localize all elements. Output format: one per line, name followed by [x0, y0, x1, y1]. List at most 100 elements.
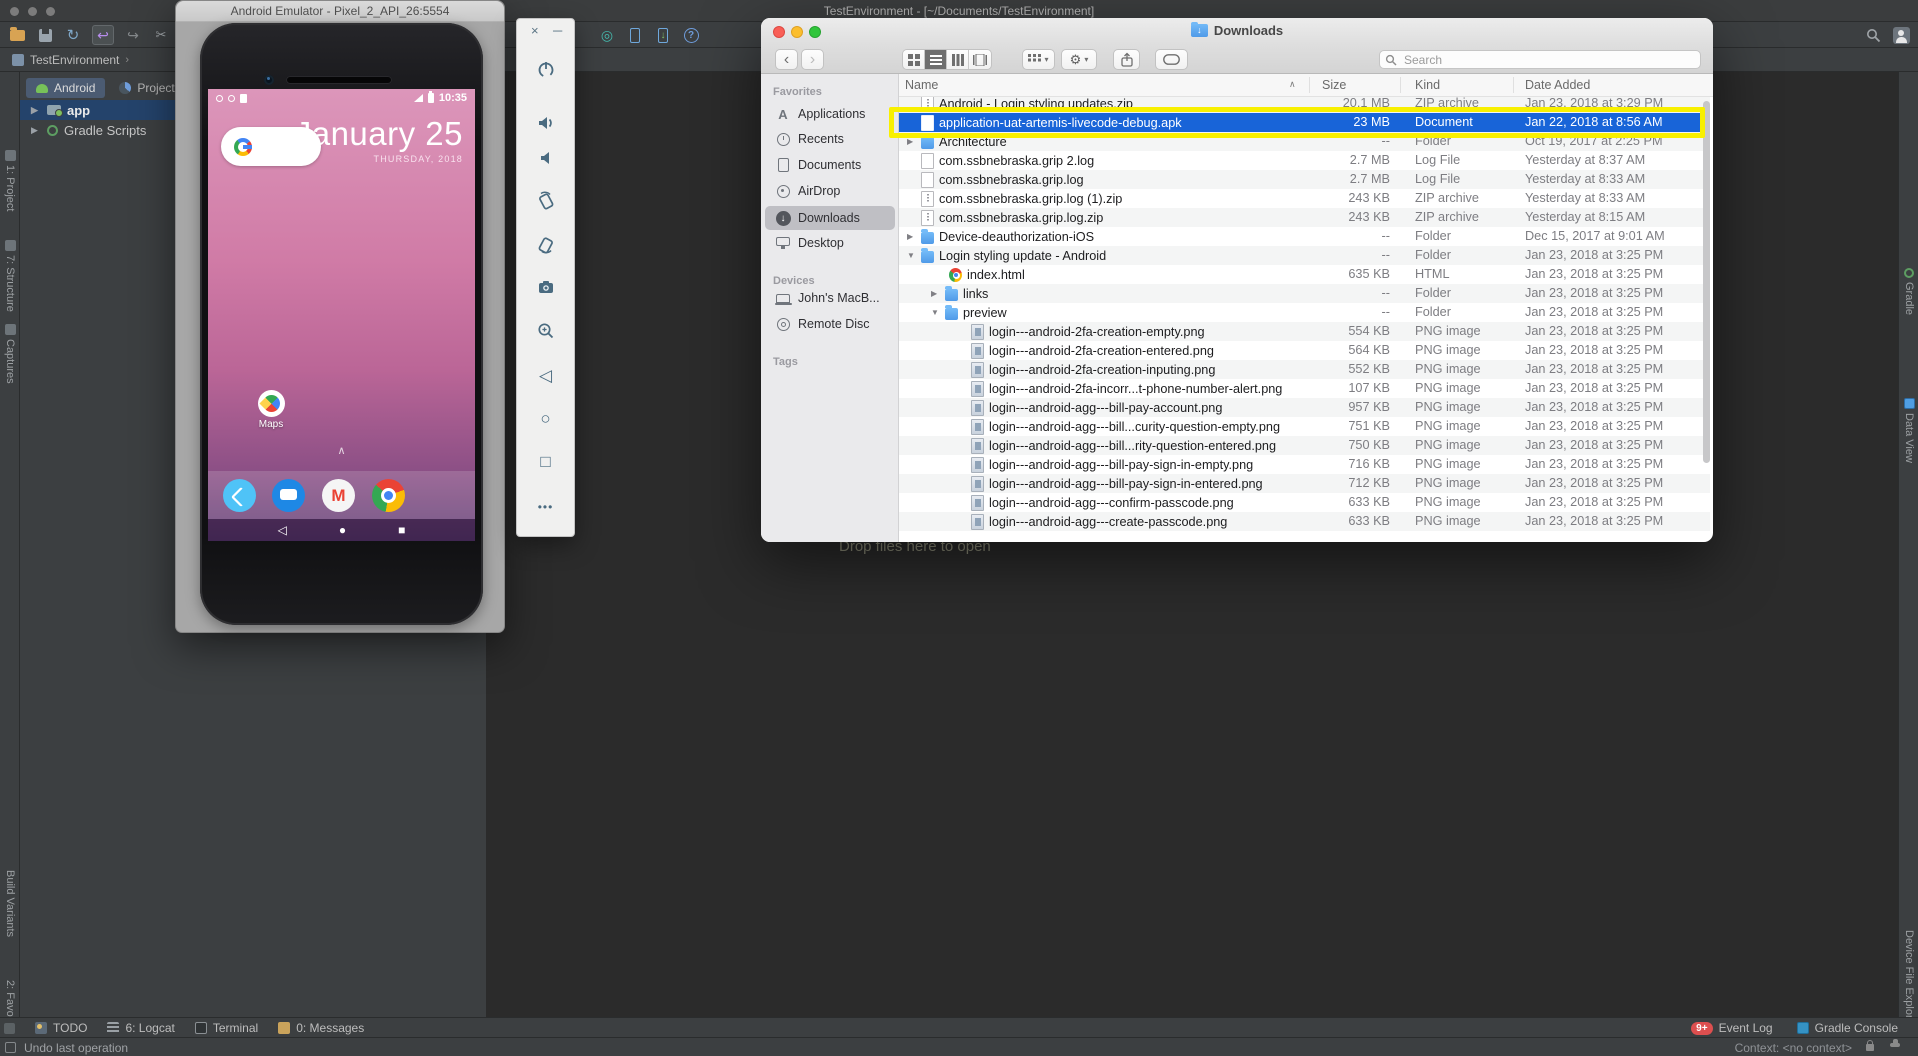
view-grid-icon[interactable]	[903, 50, 925, 69]
power-icon[interactable]	[534, 57, 558, 81]
screenshot-icon[interactable]	[534, 275, 558, 299]
view-list-icon[interactable]	[925, 50, 947, 69]
tool-strip-1-project[interactable]: 1: Project	[0, 150, 20, 211]
sidebar-item-laptop[interactable]: John's MacB...	[765, 286, 895, 310]
tool-strip-data-view[interactable]: Data View	[1899, 398, 1918, 463]
table-row[interactable]: com.ssbnebraska.grip.log2.7 MBLog FileYe…	[899, 170, 1710, 189]
search-input[interactable]	[1402, 51, 1692, 68]
expand-arrow-icon[interactable]: ▶	[31, 105, 41, 116]
home-icon[interactable]: ○	[534, 407, 558, 431]
column-header-kind[interactable]: Kind	[1415, 78, 1440, 92]
tool-strip-device-file-explorer[interactable]: Device File Explorer	[1899, 930, 1918, 1028]
bottom-tab-todo[interactable]: TODO	[35, 1021, 87, 1035]
action-gear-button[interactable]: ⚙▾	[1061, 49, 1097, 70]
table-row[interactable]: com.ssbnebraska.grip.log.zip243 KBZIP ar…	[899, 208, 1710, 227]
table-row[interactable]: login---android-2fa-creation-entered.png…	[899, 341, 1710, 360]
table-row[interactable]: ▼preview--FolderJan 23, 2018 at 3:25 PM	[899, 303, 1710, 322]
cut-icon[interactable]: ✂	[152, 26, 170, 44]
search-everywhere-icon[interactable]	[1864, 26, 1882, 44]
disclosure-triangle-icon[interactable]: ▶	[931, 289, 945, 298]
table-row[interactable]: com.ssbnebraska.grip.log (1).zip243 KBZI…	[899, 189, 1710, 208]
table-row[interactable]: login---android-agg---bill-pay-sign-in-e…	[899, 474, 1710, 493]
table-row[interactable]: login---android-2fa-creation-empty.png55…	[899, 322, 1710, 341]
disclosure-triangle-icon[interactable]: ▼	[931, 308, 945, 317]
minimize-icon[interactable]: ─	[553, 23, 562, 38]
disclosure-triangle-icon[interactable]: ▶	[907, 137, 921, 146]
view-coverflow-icon[interactable]	[969, 50, 991, 69]
app-drawer-chevron-icon[interactable]: ∧	[208, 444, 475, 457]
forward-button[interactable]: ›	[801, 49, 824, 70]
bottom-tab-terminal[interactable]: Terminal	[195, 1021, 258, 1035]
table-row[interactable]: ▶Architecture--FolderOct 19, 2017 at 2:2…	[899, 132, 1710, 151]
tool-strip-build-variants[interactable]: Build Variants	[0, 870, 20, 937]
tool-strip-gradle[interactable]: Gradle	[1899, 268, 1918, 315]
column-header-date-added[interactable]: Date Added	[1525, 78, 1590, 92]
bottom-tab-6-logcat[interactable]: 6: Logcat	[107, 1021, 174, 1035]
toolwindow-switcher-icon[interactable]	[4, 1023, 15, 1034]
back-icon[interactable]: ◁	[534, 364, 558, 388]
sidebar-item-documents[interactable]: Documents	[765, 153, 895, 177]
rotate-right-icon[interactable]	[534, 232, 558, 256]
rotate-left-icon[interactable]	[534, 188, 558, 212]
bottom-tab-event-log[interactable]: 9+Event Log	[1691, 1021, 1772, 1035]
table-row[interactable]: login---android-2fa-incorr...t-phone-num…	[899, 379, 1710, 398]
sidebar-item-recents[interactable]: Recents	[765, 127, 895, 151]
sidebar-item-downloads[interactable]: ↓Downloads	[765, 206, 895, 230]
device-manager-icon[interactable]	[626, 26, 644, 44]
tool-strip-captures[interactable]: Captures	[0, 324, 20, 384]
open-folder-icon[interactable]	[8, 26, 26, 44]
view-columns-icon[interactable]	[947, 50, 969, 69]
more-icon[interactable]: •••	[534, 495, 558, 519]
nav-back-icon[interactable]: ◁	[278, 519, 287, 541]
volume-down-icon[interactable]	[534, 146, 558, 170]
scrollbar-thumb[interactable]	[1703, 101, 1710, 463]
user-avatar-icon[interactable]	[1892, 26, 1910, 44]
sidebar-item-airdrop[interactable]: AirDrop	[765, 179, 895, 203]
nav-overview-icon[interactable]: ■	[398, 519, 405, 541]
table-row[interactable]: ▶links--FolderJan 23, 2018 at 3:25 PM	[899, 284, 1710, 303]
table-row[interactable]: com.ssbnebraska.grip 2.log2.7 MBLog File…	[899, 151, 1710, 170]
tab-android[interactable]: Android	[26, 78, 105, 98]
table-row[interactable]: index.html635 KBHTMLJan 23, 2018 at 3:25…	[899, 265, 1710, 284]
table-row[interactable]: login---android-agg---create-passcode.pn…	[899, 512, 1710, 531]
expand-arrow-icon[interactable]: ▶	[31, 125, 41, 136]
overview-icon[interactable]: □	[534, 450, 558, 474]
nav-home-icon[interactable]: ●	[339, 519, 346, 541]
hector-icon[interactable]	[1890, 1043, 1900, 1047]
close-icon[interactable]: ×	[531, 23, 539, 38]
share-button[interactable]	[1113, 49, 1140, 70]
table-row[interactable]: login---android-agg---bill...rity-questi…	[899, 436, 1710, 455]
breadcrumb[interactable]: TestEnvironment	[30, 53, 119, 67]
zoom-icon[interactable]	[534, 319, 558, 343]
disclosure-triangle-icon[interactable]: ▼	[907, 251, 921, 260]
sidebar-item-disc[interactable]: Remote Disc	[765, 312, 895, 336]
messages-app-icon[interactable]	[272, 479, 305, 512]
emulator-titlebar[interactable]: Android Emulator - Pixel_2_API_26:5554	[176, 1, 504, 22]
bottom-tab-0-messages[interactable]: 0: Messages	[278, 1021, 364, 1035]
back-button[interactable]: ‹	[775, 49, 798, 70]
statusbar-toggle-icon[interactable]	[5, 1042, 16, 1053]
table-row[interactable]: application-uat-artemis-livecode-debug.a…	[899, 113, 1710, 132]
phone-app-icon[interactable]	[223, 479, 256, 512]
table-row[interactable]: Android - Login styling updates.zip20.1 …	[899, 97, 1710, 113]
table-row[interactable]: login---android-agg---bill-pay-sign-in-e…	[899, 455, 1710, 474]
gmail-app-icon[interactable]: M	[322, 479, 355, 512]
lock-icon[interactable]	[1866, 1044, 1874, 1051]
tool-strip-7-structure[interactable]: 7: Structure	[0, 240, 20, 312]
table-row[interactable]: ▶Device-deauthorization-iOS--FolderDec 1…	[899, 227, 1710, 246]
save-icon[interactable]	[36, 26, 54, 44]
tags-button[interactable]	[1155, 49, 1188, 70]
column-header-name[interactable]: Name	[905, 78, 938, 92]
chrome-app-icon[interactable]	[372, 479, 405, 512]
column-header-size[interactable]: Size	[1322, 78, 1346, 92]
table-row[interactable]: ▼Login styling update - Android--FolderJ…	[899, 246, 1710, 265]
finder-titlebar[interactable]: ↓ Downloads	[761, 18, 1713, 45]
sidebar-item-applications[interactable]: AApplications	[765, 102, 895, 126]
table-row[interactable]: login---android-2fa-creation-inputing.pn…	[899, 360, 1710, 379]
sync-icon[interactable]: ↻	[64, 26, 82, 44]
table-row[interactable]: login---android-agg---bill...curity-ques…	[899, 417, 1710, 436]
sidebar-item-desktop[interactable]: Desktop	[765, 231, 895, 255]
redo-forward-icon[interactable]: ↪	[124, 26, 142, 44]
emulator-screen[interactable]: 10:35 January 25 THURSDAY, 2018 Maps ∧ M	[208, 89, 475, 541]
maps-app-shortcut[interactable]: Maps	[244, 390, 298, 430]
